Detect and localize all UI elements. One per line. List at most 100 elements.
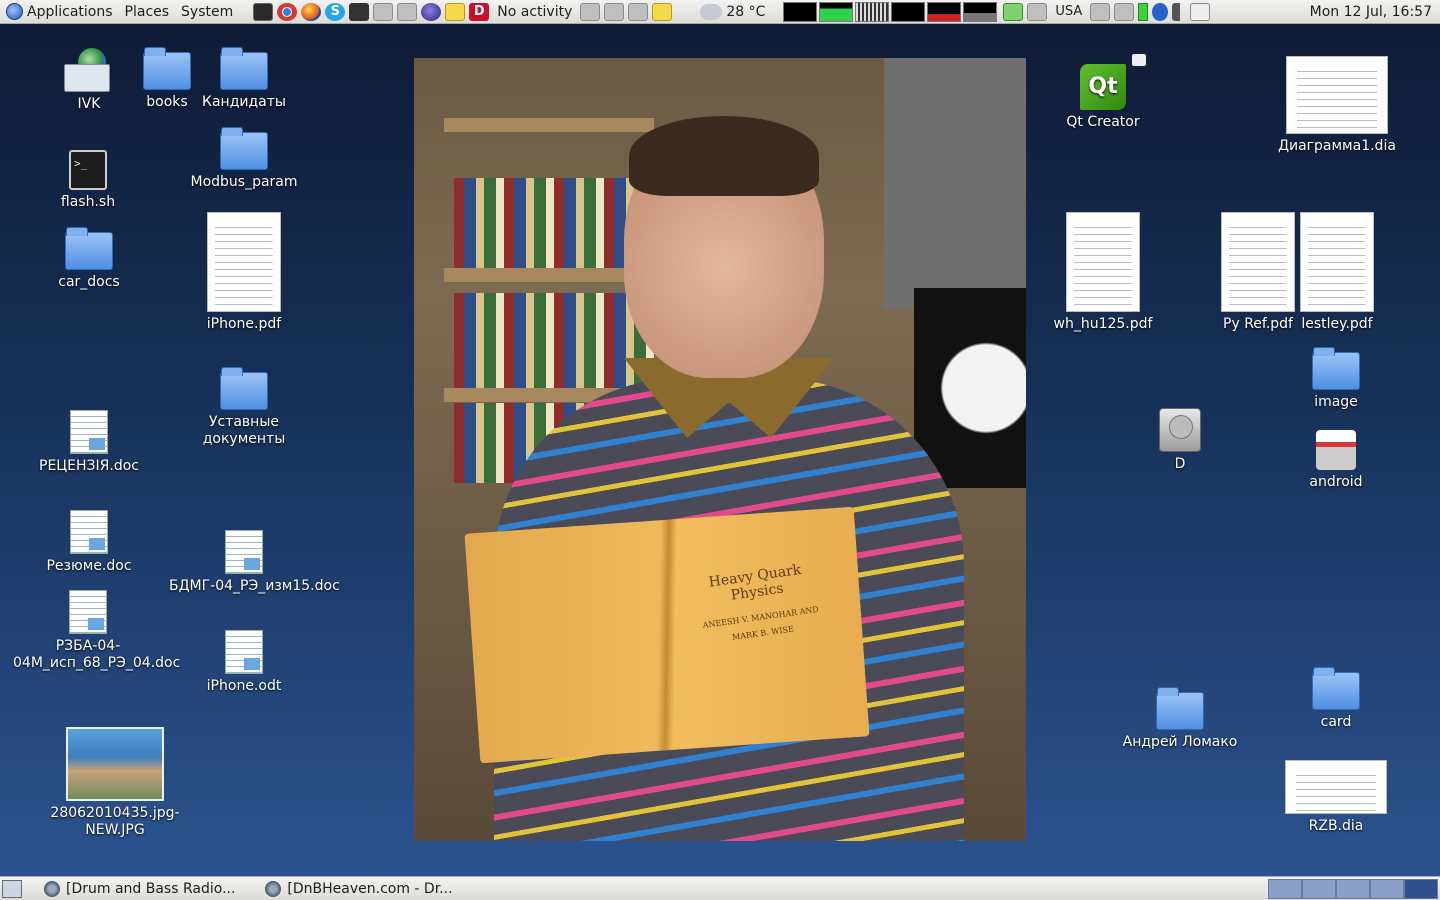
odt-document-icon bbox=[225, 630, 263, 674]
workspace-3[interactable] bbox=[1336, 878, 1370, 899]
system-monitor[interactable] bbox=[783, 1, 998, 22]
taskbar-item[interactable]: [Drum and Bass Radio... bbox=[36, 878, 243, 900]
top-panel: Applications Places System S D No activi… bbox=[0, 0, 1440, 24]
desktop-icon-photo-jpg[interactable]: 28062010435.jpg-NEW.JPG bbox=[48, 727, 182, 839]
desktop-icon-recenzia[interactable]: РЕЦЕНЗІЯ.doc bbox=[34, 410, 144, 475]
icon-label: android bbox=[1309, 474, 1363, 490]
weather-applet[interactable]: 28 °C bbox=[700, 3, 766, 20]
update-check-icon[interactable] bbox=[1003, 2, 1024, 21]
desktop-icon-iphone-odt[interactable]: iPhone.odt bbox=[196, 630, 292, 695]
applications-menu[interactable]: Applications bbox=[0, 0, 119, 24]
chromium-icon[interactable] bbox=[277, 2, 298, 21]
show-desktop-button[interactable] bbox=[2, 879, 22, 898]
workspace-switcher bbox=[1268, 878, 1438, 899]
folder-icon bbox=[143, 47, 191, 90]
terminal-script-icon: >_ bbox=[69, 150, 107, 190]
system-menu[interactable]: System bbox=[175, 0, 239, 24]
volume-icon[interactable] bbox=[1172, 2, 1186, 21]
cloud-rain-icon bbox=[700, 3, 723, 20]
main-menu: Applications Places System bbox=[0, 0, 239, 24]
lock-icon bbox=[1132, 54, 1146, 66]
icon-label: РЗБА-04-04М_исп_68_РЭ_04.doc bbox=[13, 638, 181, 671]
network-computer-icon bbox=[64, 48, 114, 92]
desktop-icon-rezume[interactable]: Резюме.doc bbox=[40, 510, 138, 575]
desktop-icon-image[interactable]: image bbox=[1302, 347, 1370, 411]
usb-drive-icon bbox=[1316, 430, 1356, 470]
cdrom-icon[interactable] bbox=[604, 2, 625, 21]
desktop-icon-wh-hu125[interactable]: wh_hu125.pdf bbox=[1048, 212, 1158, 333]
skype-icon[interactable]: S bbox=[325, 2, 346, 21]
battery-icon[interactable] bbox=[1138, 2, 1149, 21]
applications-menu-label: Applications bbox=[27, 3, 113, 20]
workspace-4[interactable] bbox=[1370, 878, 1404, 899]
icon-label: Уставные документы bbox=[202, 414, 286, 447]
desktop-icon-flash-sh[interactable]: >_ flash.sh bbox=[52, 150, 124, 211]
calculator-icon[interactable] bbox=[628, 2, 649, 21]
gnome-foot-icon bbox=[6, 3, 23, 20]
keyboard-layout[interactable]: USA bbox=[1055, 4, 1082, 19]
icon-label: car_docs bbox=[58, 274, 120, 290]
word-document-icon bbox=[70, 510, 108, 554]
desktop-icon-kandidaty[interactable]: Кандидаты bbox=[200, 47, 288, 111]
desktop-icon-ivk[interactable]: IVK bbox=[58, 48, 120, 113]
word-document-icon bbox=[69, 590, 107, 634]
browser-window-icon bbox=[44, 880, 60, 897]
taskbar-item[interactable]: [DnBHeaven.com - Dr... bbox=[257, 878, 460, 900]
icon-label: books bbox=[146, 94, 188, 110]
icon-label: wh_hu125.pdf bbox=[1053, 316, 1153, 332]
network-tool-icon[interactable] bbox=[349, 2, 370, 21]
activity-status[interactable]: No activity bbox=[497, 4, 572, 20]
desktop-icon-rzb-dia[interactable]: RZB.dia bbox=[1282, 760, 1390, 835]
wallpaper-photo: Heavy Quark Physics ANEESH V. MANOHAR AN… bbox=[414, 58, 1026, 841]
load-graph bbox=[927, 1, 962, 22]
firefox-icon[interactable] bbox=[301, 2, 322, 21]
network-manager-icon[interactable] bbox=[1114, 2, 1135, 21]
weather-temperature: 28 °C bbox=[726, 3, 766, 20]
d-app-icon[interactable]: D bbox=[469, 2, 490, 21]
desktop-icon-lestley[interactable]: lestley.pdf bbox=[1296, 212, 1378, 333]
icon-label: flash.sh bbox=[60, 194, 116, 210]
desktop-icon-modbus-param[interactable]: Modbus_param bbox=[186, 127, 302, 191]
network-icon[interactable] bbox=[1090, 2, 1111, 21]
eclipse-icon[interactable] bbox=[421, 2, 442, 21]
desktop-icon-rzba[interactable]: РЗБА-04-04М_исп_68_РЭ_04.doc bbox=[13, 590, 180, 672]
desktop-icon-car-docs[interactable]: car_docs bbox=[50, 227, 128, 291]
mail-icon[interactable] bbox=[1190, 2, 1211, 21]
taskbar-item-label: [Drum and Bass Radio... bbox=[66, 880, 236, 897]
bluetooth-icon[interactable] bbox=[1152, 2, 1169, 21]
document-viewer-icon[interactable] bbox=[373, 2, 394, 21]
workspace-2[interactable] bbox=[1302, 878, 1336, 899]
desktop-icon-books[interactable]: books bbox=[136, 47, 198, 111]
memory-graph bbox=[819, 1, 854, 22]
desktop-icon-andrey[interactable]: Андрей Ломако bbox=[1116, 687, 1244, 751]
icon-label: RZB.dia bbox=[1308, 818, 1364, 834]
browser-window-icon bbox=[265, 880, 282, 897]
desktop-icon-android[interactable]: android bbox=[1300, 430, 1372, 491]
notes-icon[interactable] bbox=[445, 2, 466, 21]
workspace-5[interactable] bbox=[1404, 878, 1438, 899]
icon-label: iPhone.pdf bbox=[206, 316, 282, 332]
diagram-thumbnail-icon bbox=[1286, 56, 1388, 134]
bookshelf-books bbox=[454, 178, 644, 268]
pencil-icon[interactable] bbox=[580, 2, 601, 21]
edit-note-icon[interactable] bbox=[652, 2, 673, 21]
qt-creator-icon: Qt bbox=[1080, 54, 1146, 110]
desktop-icon-iphone-pdf[interactable]: iPhone.pdf bbox=[200, 212, 288, 333]
desktop-icon-bdmg[interactable]: БДМГ-04_РЭ_изм15.doc bbox=[169, 530, 340, 595]
icon-label: Диаграмма1.dia bbox=[1278, 138, 1396, 154]
terminal-icon[interactable] bbox=[253, 2, 274, 21]
desktop-icon-card[interactable]: card bbox=[1302, 667, 1370, 731]
desktop-icon-d-drive[interactable]: D bbox=[1150, 408, 1210, 473]
desktop-icon-py-ref[interactable]: Py Ref.pdf bbox=[1216, 212, 1300, 333]
flag-icon[interactable] bbox=[1027, 2, 1048, 21]
photo-thumbnail-icon bbox=[66, 727, 164, 801]
clock[interactable]: Mon 12 Jul, 16:57 bbox=[1310, 4, 1440, 20]
icon-label: РЕЦЕНЗІЯ.doc bbox=[39, 458, 139, 474]
desktop-icon-diagramma[interactable]: Диаграмма1.dia bbox=[1272, 56, 1402, 155]
gimp-icon[interactable] bbox=[397, 2, 418, 21]
places-menu[interactable]: Places bbox=[119, 0, 176, 24]
workspace-1[interactable] bbox=[1268, 878, 1302, 899]
pdf-thumbnail-icon bbox=[1221, 212, 1295, 312]
desktop-icon-ustavnye[interactable]: Уставные документы bbox=[194, 367, 294, 448]
desktop-icon-qt-creator[interactable]: Qt Qt Creator bbox=[1058, 54, 1148, 131]
